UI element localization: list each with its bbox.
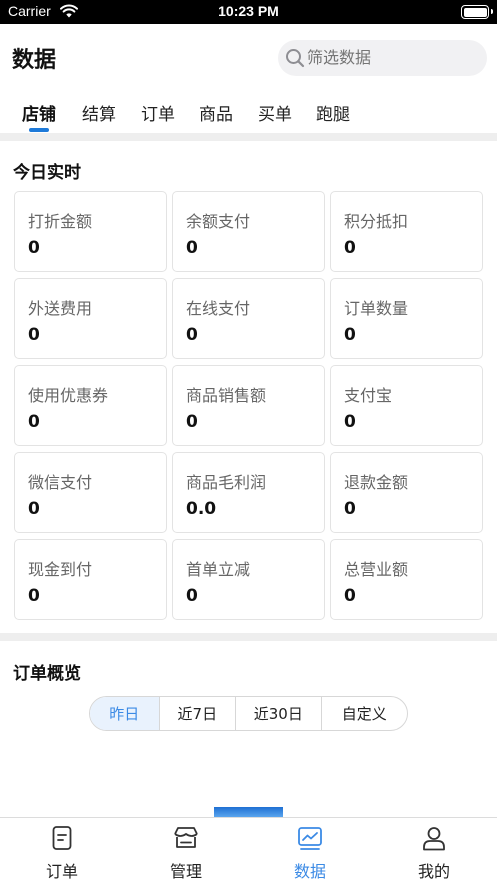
stat-label: 支付宝 <box>344 386 393 405</box>
stat-card[interactable]: 在线支付 0 <box>172 278 325 359</box>
stat-value: 0 <box>28 412 40 432</box>
tabbar-label: 数据 <box>293 862 326 881</box>
range-last-7-days[interactable]: 近7日 <box>160 697 237 730</box>
tab-pay-bill[interactable]: 买单 <box>258 100 292 125</box>
stat-card[interactable]: 商品毛利润 0.0 <box>172 452 325 533</box>
date-range-selector: 昨日 近7日 近30日 自定义 <box>89 696 408 731</box>
stat-card[interactable]: 现金到付 0 <box>14 539 167 620</box>
stat-card[interactable]: 订单数量 0 <box>330 278 483 359</box>
stat-card[interactable]: 积分抵扣 0 <box>330 191 483 272</box>
stat-label: 总营业额 <box>344 560 409 579</box>
category-tabs: 店铺 结算 订单 商品 买单 跑腿 <box>0 100 497 132</box>
tabbar-item-mine[interactable]: 我的 <box>372 818 496 883</box>
battery-icon <box>461 5 493 19</box>
stat-value: 0.0 <box>186 499 217 519</box>
stat-value: 0 <box>344 499 356 519</box>
stat-label: 微信支付 <box>28 473 93 492</box>
stat-value: 0 <box>28 238 40 258</box>
stat-label: 首单立减 <box>186 560 251 579</box>
stat-value: 0 <box>28 499 40 519</box>
status-time: 10:23 PM <box>218 3 279 19</box>
page-title: 数据 <box>12 48 57 73</box>
range-last-30-days[interactable]: 近30日 <box>236 697 322 730</box>
stat-label: 外送费用 <box>28 299 93 318</box>
stat-label: 退款金额 <box>344 473 409 492</box>
tabbar-item-data[interactable]: 数据 <box>248 818 372 883</box>
stat-label: 余额支付 <box>186 212 251 231</box>
stat-card[interactable]: 支付宝 0 <box>330 365 483 446</box>
range-yesterday[interactable]: 昨日 <box>90 697 160 730</box>
chart-icon <box>298 827 322 850</box>
search-box[interactable] <box>278 40 487 76</box>
store-icon <box>174 827 198 848</box>
stat-card[interactable]: 使用优惠券 0 <box>14 365 167 446</box>
stat-label: 商品销售额 <box>186 386 267 405</box>
stat-value: 0 <box>186 238 198 258</box>
tabbar-label: 订单 <box>45 862 78 881</box>
stat-value: 0 <box>28 586 40 606</box>
section-divider <box>0 633 497 641</box>
stat-value: 0 <box>344 412 356 432</box>
stat-value: 0 <box>186 586 198 606</box>
stat-label: 现金到付 <box>28 560 93 579</box>
status-bar: Carrier 10:23 PM <box>0 0 497 24</box>
stat-card[interactable]: 打折金额 0 <box>14 191 167 272</box>
stat-card[interactable]: 微信支付 0 <box>14 452 167 533</box>
stat-card[interactable]: 余额支付 0 <box>172 191 325 272</box>
stat-value: 0 <box>344 325 356 345</box>
stat-label: 商品毛利润 <box>186 473 267 492</box>
tabbar-label: 我的 <box>417 862 450 881</box>
tab-errand[interactable]: 跑腿 <box>316 100 350 125</box>
stat-value: 0 <box>344 586 356 606</box>
order-icon <box>52 826 72 850</box>
overview-section-title: 订单概览 <box>13 664 81 684</box>
stat-card[interactable]: 外送费用 0 <box>14 278 167 359</box>
stat-label: 打折金额 <box>28 212 93 231</box>
tab-settlement[interactable]: 结算 <box>82 100 116 125</box>
range-custom[interactable]: 自定义 <box>322 697 407 730</box>
stat-value: 0 <box>186 412 198 432</box>
today-section-title: 今日实时 <box>13 163 81 183</box>
stat-card[interactable]: 退款金额 0 <box>330 452 483 533</box>
stat-value: 0 <box>344 238 356 258</box>
active-tab-indicator <box>29 128 49 132</box>
tabbar-label: 管理 <box>169 862 202 881</box>
stat-value: 0 <box>186 325 198 345</box>
section-divider <box>0 133 497 141</box>
stat-label: 使用优惠券 <box>28 386 109 405</box>
tab-orders[interactable]: 订单 <box>141 100 175 125</box>
stat-card[interactable]: 商品销售额 0 <box>172 365 325 446</box>
tabbar-item-manage[interactable]: 管理 <box>124 818 248 883</box>
tab-products[interactable]: 商品 <box>199 100 233 125</box>
stat-card[interactable]: 首单立减 0 <box>172 539 325 620</box>
tab-store[interactable]: 店铺 <box>22 100 56 125</box>
stat-value: 0 <box>28 325 40 345</box>
stat-card[interactable]: 总营业额 0 <box>330 539 483 620</box>
scroll-indicator <box>214 807 283 817</box>
stat-label: 积分抵扣 <box>344 212 409 231</box>
user-icon <box>423 827 445 851</box>
search-icon <box>286 49 305 68</box>
stat-label: 在线支付 <box>186 299 251 318</box>
bottom-tab-bar: 订单 管理 数据 我的 <box>0 817 497 883</box>
search-input[interactable] <box>307 48 477 67</box>
tabbar-item-orders[interactable]: 订单 <box>0 818 124 883</box>
stat-label: 订单数量 <box>344 299 409 318</box>
